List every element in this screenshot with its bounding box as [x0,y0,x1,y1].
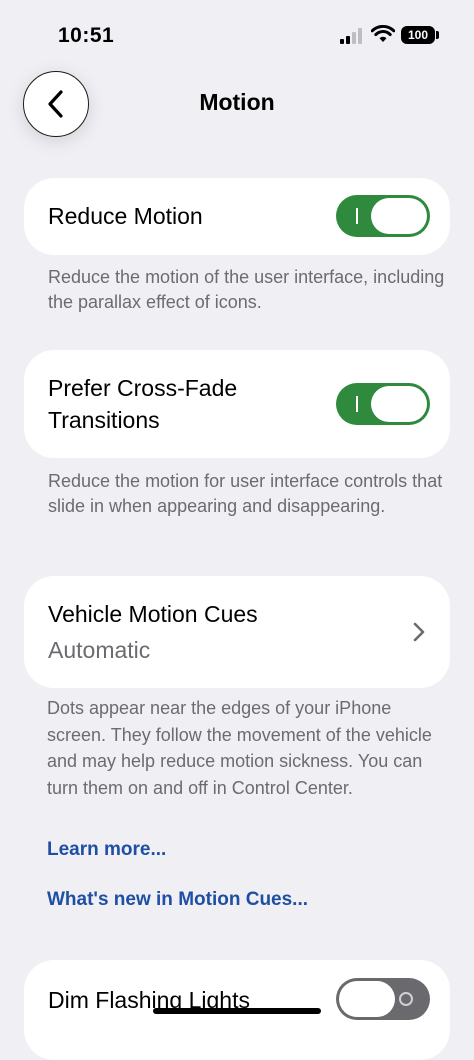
learn-more-link[interactable]: Learn more... [47,839,166,861]
reduce-motion-footnote: Reduce the motion of the user interface,… [48,267,445,312]
toggle-off-mark [399,992,413,1006]
cross-fade-row: Prefer Cross-Fade Transitions [24,350,450,458]
cross-fade-footnote: Reduce the motion for user interface con… [48,471,443,516]
reduce-motion-label: Reduce Motion [48,203,203,229]
reduce-motion-row: Reduce Motion [24,178,450,255]
battery-level: 100 [407,28,429,42]
status-bar: 10:51 100 [0,0,474,70]
toggle-on-mark [356,396,358,412]
cross-fade-label-line1: Prefer Cross-Fade [48,375,238,401]
vehicle-motion-cues-label: Vehicle Motion Cues [48,601,258,627]
status-time: 10:51 [58,24,115,47]
chevron-right-icon [413,622,425,642]
battery-tip [436,31,439,39]
dim-flashing-lights-toggle[interactable] [336,978,430,1020]
toggle-knob [371,386,427,422]
cellular-signal-icon [340,28,362,44]
toggle-on-mark [356,208,358,224]
reduce-motion-toggle[interactable] [336,195,430,237]
vehicle-motion-cues-value: Automatic [48,637,151,663]
page-title: Motion [199,89,275,115]
toggle-knob [339,981,395,1017]
toggle-knob [371,198,427,234]
home-indicator [153,1008,321,1014]
vehicle-motion-cues-row[interactable]: Vehicle Motion Cues Automatic [24,576,450,688]
cross-fade-toggle[interactable] [336,383,430,425]
battery-icon: 100 [401,26,435,44]
whats-new-motion-cues-link[interactable]: What's new in Motion Cues... [47,889,308,911]
vehicle-motion-cues-footnote: Dots appear near the edges of your iPhon… [47,698,432,798]
cross-fade-label-line2: Transitions [48,407,160,433]
wifi-icon [371,25,395,42]
